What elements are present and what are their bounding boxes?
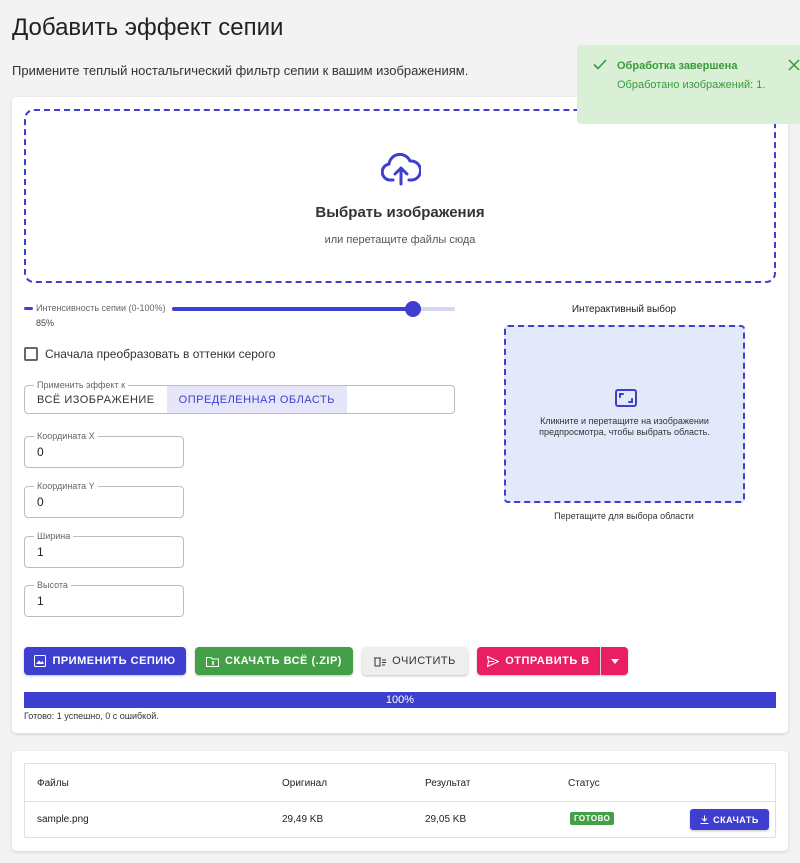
progress-status: Готово: 1 успешно, 0 с ошибкой. <box>24 711 159 721</box>
toast-message: Обработано изображений: 1. <box>617 79 766 91</box>
intensity-value: 85% <box>36 318 55 328</box>
clear-list-icon <box>374 657 387 666</box>
files-table: Файлы Оригинал Результат Статус sample.p… <box>24 763 776 838</box>
toggle-whole-image[interactable]: ВСЁ ИЗОБРАЖЕНИЕ <box>25 386 167 413</box>
width-input[interactable] <box>25 537 183 567</box>
area-select-canvas[interactable]: Кликните и перетащите на изображении пре… <box>504 325 745 503</box>
dropzone-title: Выбрать изображения <box>315 204 485 221</box>
image-icon <box>34 655 47 667</box>
header-divider <box>25 801 775 802</box>
column-header-status: Статус <box>568 778 600 789</box>
dropzone-hint: или перетащите файлы сюда <box>324 234 476 246</box>
area-select-caption: Перетащите для выбора области <box>554 511 694 521</box>
y-coordinate-input[interactable] <box>25 487 183 517</box>
send-to-button[interactable]: ОТПРАВИТЬ В <box>477 647 600 675</box>
column-header-files: Файлы <box>37 778 69 789</box>
grayscale-label: Сначала преобразовать в оттенки серого <box>45 347 276 361</box>
success-toast: Обработка завершена Обработано изображен… <box>577 45 800 124</box>
intensity-slider-fill <box>172 307 413 311</box>
clear-label: ОЧИСТИТЬ <box>392 655 456 667</box>
caret-down-icon <box>610 658 619 664</box>
files-card: Файлы Оригинал Результат Статус sample.p… <box>12 751 788 851</box>
check-icon <box>593 59 607 70</box>
interactive-select-title: Интерактивный выбор <box>571 304 677 315</box>
width-field: Ширина <box>24 531 184 568</box>
file-name: sample.png <box>37 814 89 825</box>
clear-button[interactable]: ОЧИСТИТЬ <box>362 647 468 675</box>
apply-to-toggle-group: Применить эффект к ВСЁ ИЗОБРАЖЕНИЕ ОПРЕД… <box>24 380 455 414</box>
page-subtitle: Примените теплый ностальгический фильтр … <box>12 63 469 78</box>
x-coordinate-input[interactable] <box>25 437 183 467</box>
progress-bar: 100% <box>24 692 776 708</box>
page-title: Добавить эффект сепии <box>12 14 284 41</box>
apply-to-legend: Применить эффект к <box>34 380 129 390</box>
y-coordinate-field: Координата Y <box>24 481 184 518</box>
status-badge: ГОТОВО <box>570 812 615 825</box>
grayscale-checkbox[interactable] <box>24 347 38 361</box>
crop-area-icon <box>615 389 637 407</box>
height-input[interactable] <box>25 586 183 616</box>
x-coordinate-field: Координата X <box>24 431 184 468</box>
column-header-original: Оригинал <box>282 778 328 789</box>
progress-percent: 100% <box>385 694 415 706</box>
apply-sepia-button[interactable]: ПРИМЕНИТЬ СЕПИЮ <box>24 647 186 675</box>
intensity-label: Интенсивность сепии (0-100%) <box>24 303 165 313</box>
close-icon[interactable] <box>788 59 800 71</box>
toast-title: Обработка завершена <box>617 60 738 72</box>
grayscale-option[interactable]: Сначала преобразовать в оттенки серого <box>24 347 275 361</box>
intensity-slider-thumb[interactable] <box>404 301 421 317</box>
send-to-label: ОТПРАВИТЬ В <box>505 655 590 667</box>
toggle-specific-area[interactable]: ОПРЕДЕЛЕННАЯ ОБЛАСТЬ <box>166 386 347 413</box>
intensity-slider[interactable] <box>172 301 455 317</box>
original-size: 29,49 KB <box>282 814 324 825</box>
result-size: 29,05 KB <box>425 814 467 825</box>
download-zip-button[interactable]: СКАЧАТЬ ВСЁ (.ZIP) <box>195 647 353 675</box>
folder-zip-icon <box>206 656 220 667</box>
upload-dropzone[interactable]: Выбрать изображения или перетащите файлы… <box>24 109 776 283</box>
cloud-upload-icon <box>381 152 421 186</box>
column-header-result: Результат <box>425 778 471 789</box>
download-file-label: СКАЧАТЬ <box>713 814 759 825</box>
download-icon <box>700 815 709 824</box>
send-icon <box>487 655 500 667</box>
area-select-instruction: Кликните и перетащите на изображении пре… <box>539 416 710 437</box>
send-to-dropdown-button[interactable] <box>601 647 628 675</box>
height-field: Высота <box>24 580 184 617</box>
download-zip-label: СКАЧАТЬ ВСЁ (.ZIP) <box>225 655 342 667</box>
download-file-button[interactable]: СКАЧАТЬ <box>690 809 769 830</box>
apply-sepia-label: ПРИМЕНИТЬ СЕПИЮ <box>52 655 176 667</box>
